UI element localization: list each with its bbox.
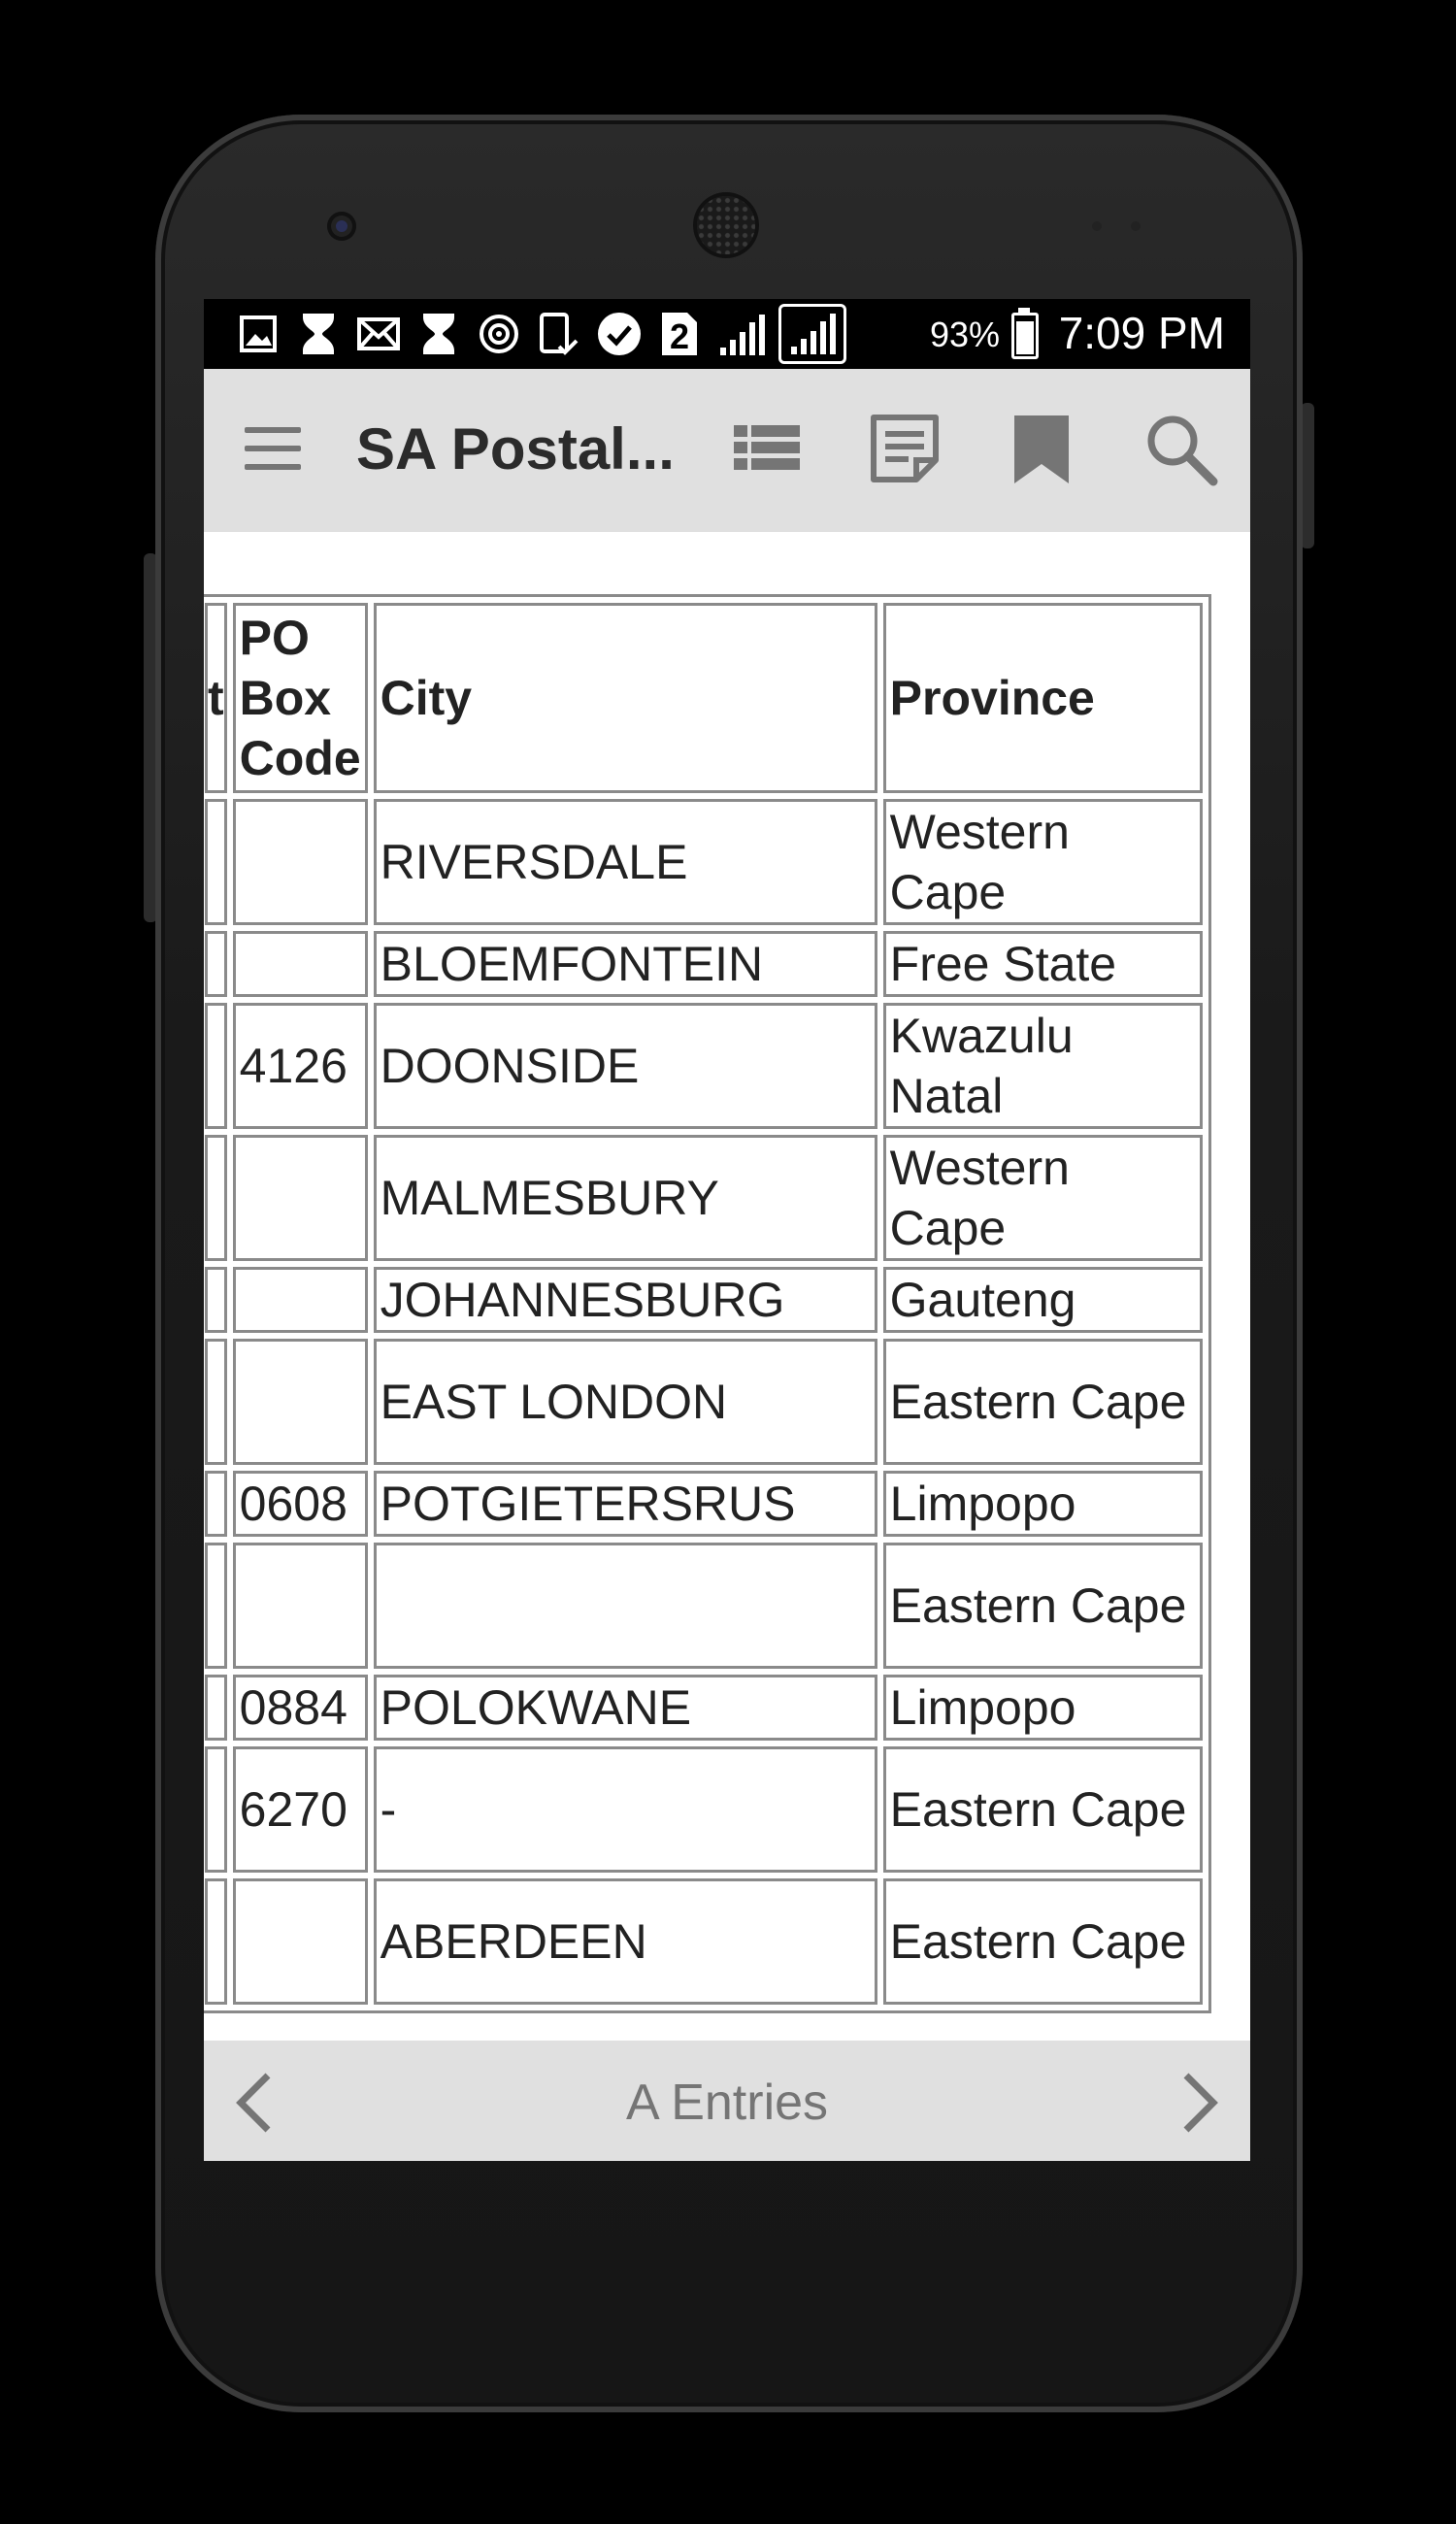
hourglass-icon [293,309,344,359]
column-header-po-box-code: PO Box Code [232,603,368,793]
table-cell-province: Kwazulu Natal [882,1003,1203,1129]
search-icon[interactable] [1142,410,1219,487]
check-circle-icon [594,309,645,359]
table-cell-province: Eastern Cape [882,1339,1203,1465]
section-title: A Entries [625,2075,829,2131]
table-cell-po-box-code [232,1267,368,1333]
table-cell-province: Western Cape [882,1135,1203,1261]
table-cell-province: Eastern Cape [882,1543,1203,1669]
table-cell-cut [205,1746,227,1873]
table-cell-city: - [373,1746,877,1873]
battery-percent: 93% [929,315,1000,354]
mail-icon [353,309,404,359]
table-cell-province: Western Cape [882,799,1203,925]
app-title: SA Postal... [356,416,675,482]
table-cell-province: Gauteng [882,1267,1203,1333]
column-header-province: Province [882,603,1203,793]
front-camera [327,212,356,241]
table-cell-cut [205,1471,227,1537]
device-check-icon [534,309,584,359]
gallery-icon [233,309,283,359]
earpiece-speaker [697,196,755,254]
table-cell-po-box-code [232,1339,368,1465]
table-cell-cut [205,799,227,925]
table-cell-city: EAST LONDON [373,1339,877,1465]
status-time: 7:09 PM [1058,308,1225,358]
table-cell-province: Free State [882,931,1203,997]
table-cell-city: POTGIETERSRUS [373,1471,877,1537]
postal-code-table: t PO Box Code City Province RIVERSDALE We… [204,594,1211,2013]
table-cell-cut [205,1878,227,2005]
table-cell-cut [205,1003,227,1129]
table-cell-city: DOONSIDE [373,1003,877,1129]
table-cell-po-box-code [232,1135,368,1261]
column-header-cut: t [205,603,227,793]
table-cell-city: ABERDEEN [373,1878,877,2005]
table-cell-city: POLOKWANE [373,1675,877,1741]
notes-icon[interactable] [866,410,943,487]
table-cell-province: Limpopo [882,1471,1203,1537]
signal-icon [714,309,769,359]
table-row: 6270- Eastern Cape [205,1746,1203,1873]
table-row: RIVERSDALE Western Cape [205,799,1203,925]
table-cell-province: Eastern Cape [882,1746,1203,1873]
signal-icon [778,304,846,364]
table-row: EAST LONDON Eastern Cape [205,1339,1203,1465]
table-cell-city: MALMESBURY [373,1135,877,1261]
screen: 2 93% 7:09 PM SA Postal... t PO Box Code… [204,299,1250,2161]
menu-icon[interactable] [245,427,301,470]
table-cell-po-box-code: 0608 [232,1471,368,1537]
entries-footer: A Entries [204,2041,1250,2161]
table-cell-city: RIVERSDALE [373,799,877,925]
table-cell-po-box-code: 6270 [232,1746,368,1873]
table-cell-city: BLOEMFONTEIN [373,931,877,997]
hourglass-icon [414,309,464,359]
battery-icon [1011,308,1039,359]
app-toolbar: SA Postal... [204,369,1250,532]
table-cell-province: Eastern Cape [882,1878,1203,2005]
column-header-city: City [373,603,877,793]
table-cell-city: JOHANNESBURG [373,1267,877,1333]
sim-number: 2 [669,316,690,356]
table-row: 0608 POTGIETERSRUS Limpopo [205,1471,1203,1537]
table-cell-cut [205,1135,227,1261]
sync-icon [474,309,524,359]
table-row: Eastern Cape [205,1543,1203,1669]
table-row: 4126 DOONSIDE Kwazulu Natal [205,1003,1203,1129]
table-row: JOHANNESBURG Gauteng [205,1267,1203,1333]
table-row: 0884 POLOKWANE Limpopo [205,1675,1203,1741]
proximity-sensor [1092,221,1102,231]
table-row: BLOEMFONTEIN Free State [205,931,1203,997]
status-bar: 2 93% 7:09 PM [204,299,1250,369]
table-cell-po-box-code [232,799,368,925]
table-cell-cut [205,931,227,997]
table-row: ABERDEEN Eastern Cape [205,1878,1203,2005]
table-cell-cut [205,1267,227,1333]
table-row: MALMESBURY Western Cape [205,1135,1203,1261]
table-cell-province: Limpopo [882,1675,1203,1741]
table-cell-city [373,1543,877,1669]
table-cell-cut [205,1339,227,1465]
table-cell-po-box-code [232,1543,368,1669]
table-cell-po-box-code: 0884 [232,1675,368,1741]
table-cell-po-box-code: 4126 [232,1003,368,1129]
list-icon[interactable] [728,410,806,487]
chevron-right-icon[interactable] [1171,2070,1229,2136]
table-cell-po-box-code [232,931,368,997]
table-cell-cut [205,1675,227,1741]
table-cell-cut [205,1543,227,1669]
table-container[interactable]: t PO Box Code City Province RIVERSDALE We… [204,532,1250,2161]
bookmark-icon[interactable] [1003,410,1080,487]
sim-2-icon: 2 [654,309,705,359]
table-cell-po-box-code [232,1878,368,2005]
phone-power-button [1301,403,1314,548]
light-sensor [1131,221,1141,231]
